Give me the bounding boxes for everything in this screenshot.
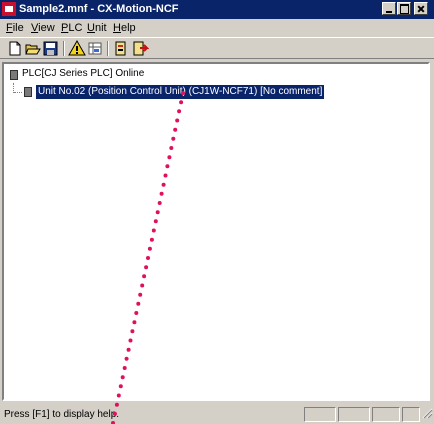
save-icon[interactable] <box>42 40 60 57</box>
unit-icon <box>24 87 32 97</box>
app-icon <box>2 2 16 16</box>
tree-node-plc-label: PLC[CJ Series PLC] Online <box>22 68 145 79</box>
main-window: Sample2.mnf - CX-Motion-NCF File View PL… <box>0 0 434 424</box>
close-button[interactable] <box>414 2 428 15</box>
menu-file[interactable]: File <box>6 22 24 34</box>
title-bar[interactable]: Sample2.mnf - CX-Motion-NCF <box>0 0 434 19</box>
parameter-icon[interactable] <box>112 40 130 57</box>
menu-view[interactable]: View <box>31 22 55 34</box>
open-icon[interactable] <box>24 40 42 57</box>
toolbar-separator <box>63 41 65 56</box>
plc-icon <box>10 70 18 80</box>
status-panel <box>338 407 370 422</box>
status-text: Press [F1] to display help. <box>4 409 120 420</box>
status-panel <box>372 407 400 422</box>
tree-node-unit[interactable]: Unit No.02 (Position Control Unit) (CJ1W… <box>36 85 325 99</box>
menu-bar: File View PLC Unit Help <box>0 19 434 37</box>
window-title: Sample2.mnf - CX-Motion-NCF <box>19 3 179 15</box>
unit-table-icon[interactable] <box>86 40 104 57</box>
status-panel <box>304 407 336 422</box>
toolbar <box>0 37 434 59</box>
tree-connector <box>14 92 22 94</box>
menu-help[interactable]: Help <box>113 22 136 34</box>
minimize-button[interactable] <box>382 2 396 15</box>
menu-unit[interactable]: Unit <box>87 22 107 34</box>
toolbar-separator <box>107 41 109 56</box>
project-tree[interactable]: PLC[CJ Series PLC] Online Unit No.02 (Po… <box>2 62 430 401</box>
transfer-icon[interactable] <box>131 40 150 57</box>
new-icon[interactable] <box>6 40 24 57</box>
maximize-button[interactable] <box>397 2 411 15</box>
menu-plc[interactable]: PLC <box>61 22 82 34</box>
resize-grip-icon[interactable] <box>421 407 433 419</box>
status-bar: Press [F1] to display help. <box>0 404 434 424</box>
status-panel <box>402 407 420 422</box>
warning-icon[interactable] <box>68 39 86 57</box>
